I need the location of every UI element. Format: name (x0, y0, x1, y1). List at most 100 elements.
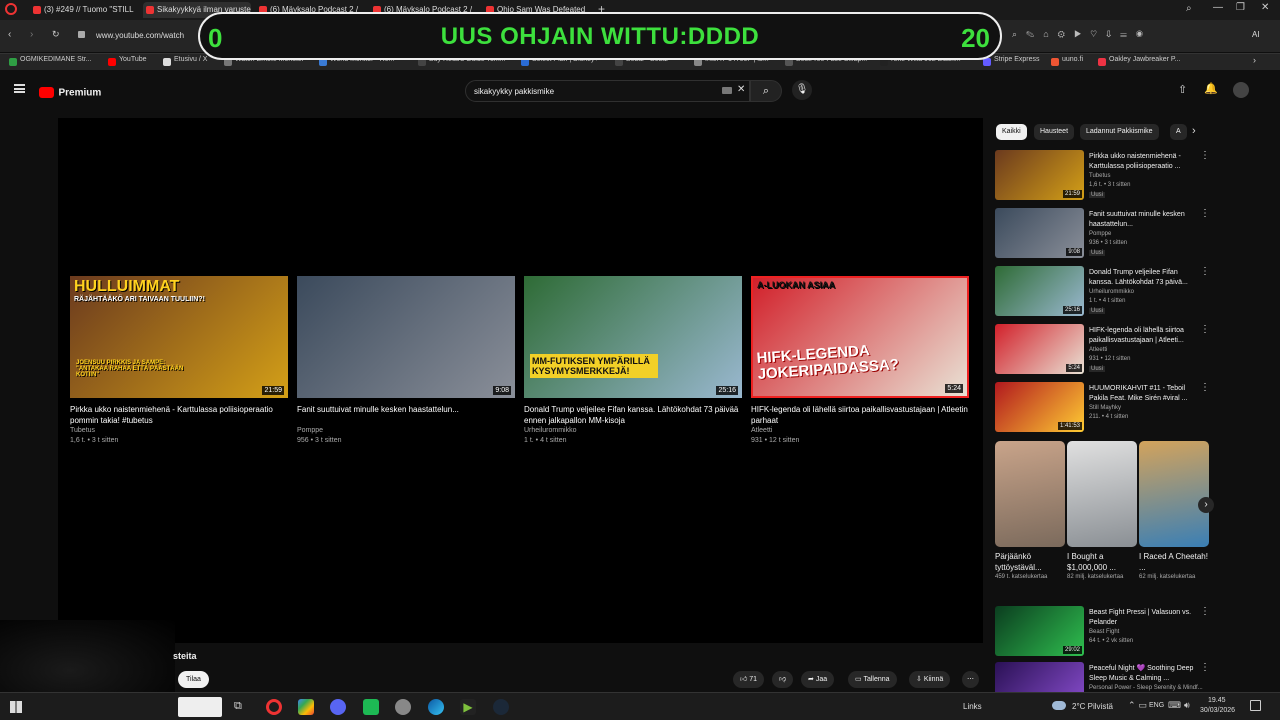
sidebar-video-item[interactable]: 25:16 Donald Trump veljeilee Fifan kanssa… (995, 266, 1210, 319)
chips-next-icon[interactable]: › (1192, 125, 1196, 137)
short-video-item[interactable]: I Raced A Cheetah! ... 62 milj. katseluke… (1139, 441, 1209, 582)
account-avatar[interactable] (1233, 82, 1249, 98)
more-options-icon[interactable]: ⋮ (1200, 662, 1210, 673)
bookmark-item[interactable]: YouTube (108, 56, 147, 66)
sidebar-video-item[interactable]: 9:08 Fanit suuttuivat minulle kesken haas… (995, 208, 1210, 261)
short-thumbnail[interactable] (1139, 441, 1209, 547)
maximize-button[interactable]: ❐ (1236, 2, 1245, 13)
video-title[interactable]: HUUMORIKAHVIT #11 - Teboil Pakila Feat. … (1089, 384, 1197, 404)
video-title[interactable]: Pirkka ukko naistenmiehenä - Karttulassa… (1089, 152, 1197, 172)
short-video-item[interactable]: I Bought a $1,000,000 ... 82 milj. katsel… (1067, 441, 1137, 582)
video-title[interactable]: HIFK-legenda oli lähellä siirtoa paikall… (1089, 326, 1197, 346)
more-options-icon[interactable]: ⋮ (1200, 208, 1210, 219)
sidebar-video-item[interactable]: 5:24 HIFK-legenda oli lähellä siirtoa pai… (995, 324, 1210, 377)
sidebar-video-item[interactable]: 21:59 Pirkka ukko naistenmiehenä - Karttu… (995, 150, 1210, 203)
youtube-logo[interactable]: Premium (39, 84, 101, 99)
video-thumbnail[interactable]: 29:02 (995, 606, 1084, 656)
short-title[interactable]: Pärjäänkö tyttöystäväl... (995, 551, 1065, 573)
bookmarks-more-icon[interactable]: › (1253, 55, 1256, 65)
video-thumbnail[interactable]: 21:59 (995, 150, 1084, 200)
filter-chip[interactable]: A (1170, 124, 1187, 140)
media-taskbar-icon[interactable]: ▶ (460, 699, 476, 715)
video-thumbnail[interactable]: MM-FUTIKSEN YMPÄRILLÄ KYSYMYSMERKKEJÄ! 25… (524, 276, 742, 398)
video-title[interactable]: Fanit suuttuivat minulle kesken haastatt… (1089, 210, 1197, 230)
share-button[interactable]: ➦ Jaa (801, 671, 835, 688)
short-title[interactable]: I Bought a $1,000,000 ... (1067, 551, 1137, 573)
network-sound-icons[interactable]: ⌨🔊︎ (1168, 700, 1193, 711)
video-thumbnail[interactable]: 5:24 (995, 324, 1084, 374)
channel-name[interactable]: Personal Power - Sleep Serenity & Mindf.… (1089, 685, 1203, 691)
extension-ai-button[interactable]: AI (1252, 30, 1260, 39)
short-video-item[interactable]: Pärjäänkö tyttöystäväl... 459 t. katseluk… (995, 441, 1065, 582)
channel-name-partial[interactable]: steita (173, 651, 197, 661)
short-thumbnail[interactable] (1067, 441, 1137, 547)
tab-1[interactable]: (3) #249 // Tuomo "STILL (30, 2, 138, 18)
channel-name[interactable]: Urheilurommikko (1089, 289, 1134, 295)
app2-taskbar-icon[interactable] (395, 699, 411, 715)
bookmark-item[interactable]: Oakley Jawbreaker P... (1098, 56, 1180, 66)
minimize-button[interactable]: — (1213, 2, 1223, 13)
video-title[interactable]: Fanit suuttuivat minulle kesken haastatt… (297, 404, 515, 426)
video-thumbnail[interactable]: 25:16 (995, 266, 1084, 316)
opera-menu-icon[interactable] (5, 3, 17, 15)
video-thumbnail[interactable] (995, 662, 1084, 692)
video-title[interactable]: HIFK-legenda oli lähellä siirtoa paikall… (751, 404, 969, 426)
channel-name[interactable]: Tubetus (70, 426, 288, 436)
filter-chip[interactable]: Hausteet (1034, 124, 1075, 140)
more-options-icon[interactable]: ⋮ (1200, 324, 1210, 335)
spotify-taskbar-icon[interactable] (363, 699, 379, 715)
endscreen-video-card[interactable]: A-LUOKAN ASIAA HIFK-LEGENDA JOKERIPAIDASS… (751, 276, 969, 446)
steam-taskbar-icon[interactable] (493, 699, 509, 715)
bookmark-item[interactable]: Etusivu / X (163, 56, 207, 66)
reload-icon[interactable]: ↻ (52, 29, 60, 40)
forward-icon[interactable]: › (30, 29, 33, 40)
microphone-icon[interactable]: 🎙 (792, 80, 812, 100)
video-title[interactable]: Beast Fight Pressi | Valasuon vs. Peland… (1089, 608, 1197, 628)
weather-text[interactable]: 2°C Pilvistä (1072, 702, 1113, 711)
search-taskbar-icon[interactable] (178, 697, 222, 717)
more-actions-button[interactable]: ⋯ (962, 671, 979, 688)
app-taskbar-icon[interactable] (298, 699, 314, 715)
bookmark-item[interactable]: OGMIKEDIMANE Str... (9, 56, 92, 66)
video-player[interactable]: HULLUIMMAT RÄJÄHTÄÄKÖ ARI TAIVAAN TUULIIN… (58, 118, 983, 643)
opera-taskbar-icon[interactable] (266, 699, 282, 715)
language-indicator[interactable]: ENG (1149, 702, 1164, 709)
channel-name[interactable]: Pomppe (297, 426, 515, 436)
search-box[interactable]: sikakyykky pakkismike ✕ (465, 80, 750, 102)
search-tabs-icon[interactable]: ⌕ (1186, 3, 1192, 14)
short-title[interactable]: I Raced A Cheetah! ... (1139, 551, 1209, 573)
video-thumbnail[interactable]: 1:41:53 (995, 382, 1084, 432)
video-thumbnail[interactable]: HULLUIMMAT RÄJÄHTÄÄKÖ ARI TAIVAAN TUULIIN… (70, 276, 288, 398)
more-options-icon[interactable]: ⋮ (1200, 382, 1210, 393)
channel-name[interactable]: Atleetti (751, 426, 969, 436)
task-view-icon[interactable]: ⧉ (234, 700, 242, 713)
video-title[interactable]: Pirkka ukko naistenmiehenä - Karttulassa… (70, 404, 288, 426)
upload-icon[interactable]: ⇧ (1178, 83, 1187, 96)
filter-chip[interactable]: Ladannut Pakkismike (1080, 124, 1159, 140)
endscreen-video-card[interactable]: HULLUIMMAT RÄJÄHTÄÄKÖ ARI TAIVAAN TUULIIN… (70, 276, 288, 446)
keyboard-icon[interactable] (722, 87, 732, 94)
notification-center-icon[interactable] (1250, 700, 1261, 711)
short-thumbnail[interactable] (995, 441, 1065, 547)
video-thumbnail[interactable]: 9:08 (297, 276, 515, 398)
endscreen-video-card[interactable]: MM-FUTIKSEN YMPÄRILLÄ KYSYMYSMERKKEJÄ! 25… (524, 276, 742, 446)
notifications-icon[interactable]: 🔔 (1204, 82, 1218, 95)
clear-search-icon[interactable]: ✕ (737, 84, 745, 95)
save-button[interactable]: ▭ Tallenna (848, 671, 897, 688)
search-input[interactable]: sikakyykky pakkismike (474, 87, 554, 96)
like-button[interactable]: 👍︎ 71 (733, 671, 765, 688)
windows-start-icon[interactable] (10, 701, 22, 713)
sidebar-video-item[interactable]: Peaceful Night 💜 Soothing Deep Sleep Mus… (995, 662, 1210, 692)
close-window-button[interactable]: ✕ (1261, 2, 1269, 13)
subscribe-button[interactable]: Tilaa (178, 671, 209, 688)
bookmark-item[interactable]: uuno.fi (1051, 56, 1083, 66)
sidebar-video-item[interactable]: 29:02 Beast Fight Pressi | Valasuon vs. P… (995, 606, 1210, 659)
channel-name[interactable]: Tubetus (1089, 173, 1110, 179)
edge-taskbar-icon[interactable] (428, 699, 444, 715)
endscreen-video-card[interactable]: 9:08 Fanit suuttuivat minulle kesken haas… (297, 276, 515, 446)
bookmark-item[interactable]: Stripe Express (983, 56, 1040, 66)
video-thumbnail[interactable]: A-LUOKAN ASIAA HIFK-LEGENDA JOKERIPAIDASS… (751, 276, 969, 398)
video-title[interactable]: Peaceful Night 💜 Soothing Deep Sleep Mus… (1089, 664, 1197, 684)
video-title[interactable]: Donald Trump veljeilee Fifan kanssa. Läh… (524, 404, 742, 426)
search-button[interactable]: ⌕ (750, 80, 782, 102)
